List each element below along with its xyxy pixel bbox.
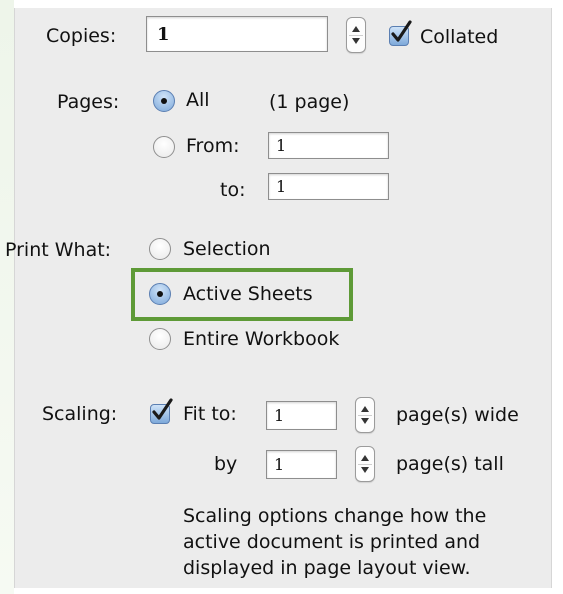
background-strip	[0, 0, 14, 594]
pages-all-radio[interactable]	[153, 90, 175, 112]
fit-tall-input[interactable]: 1	[266, 450, 337, 479]
copies-stepper[interactable]	[346, 17, 366, 53]
collated-label: Collated	[420, 26, 499, 48]
print-what-label: Print What:	[5, 239, 112, 261]
pages-from-radio[interactable]	[153, 136, 175, 158]
pages-to-value: 1	[276, 177, 287, 196]
print-selection-radio[interactable]	[149, 238, 171, 260]
stepper-up-icon[interactable]	[361, 406, 369, 412]
fit-to-label: Fit to:	[183, 403, 237, 425]
stepper-down-icon[interactable]	[352, 38, 360, 44]
print-entire-workbook-radio[interactable]	[149, 328, 171, 350]
page-wide-label: page(s) wide	[396, 404, 519, 426]
pages-from-label: From:	[186, 135, 240, 157]
radio-dot-icon	[161, 98, 167, 104]
pages-label: Pages:	[57, 91, 120, 113]
active-sheets-highlight-box	[131, 268, 353, 321]
stepper-down-icon[interactable]	[361, 418, 369, 424]
pages-all-label: All	[186, 89, 210, 111]
pages-from-input[interactable]: 1	[268, 132, 389, 159]
print-entire-workbook-label: Entire Workbook	[183, 328, 340, 350]
print-selection-label: Selection	[183, 238, 271, 260]
scaling-help-text: Scaling options change how the active do…	[183, 505, 487, 579]
copies-label: Copies:	[46, 25, 117, 47]
checkmark-icon	[152, 398, 173, 420]
by-label: by	[214, 453, 238, 475]
stepper-divider	[358, 415, 372, 416]
fit-wide-stepper[interactable]	[355, 397, 375, 433]
stepper-divider	[358, 464, 372, 465]
page-tall-label: page(s) tall	[396, 453, 504, 475]
scaling-label: Scaling:	[42, 403, 118, 425]
pages-count: (1 page)	[269, 91, 350, 113]
stepper-divider	[349, 35, 363, 36]
pages-to-label: to:	[220, 179, 246, 201]
copies-input[interactable]: 1	[146, 16, 328, 52]
pages-to-input[interactable]: 1	[268, 173, 389, 200]
checkmark-icon	[391, 20, 412, 42]
stepper-up-icon[interactable]	[352, 26, 360, 32]
collated-checkbox[interactable]	[389, 20, 412, 46]
pages-from-value: 1	[276, 136, 287, 155]
stepper-down-icon[interactable]	[361, 467, 369, 473]
fit-tall-value: 1	[274, 455, 285, 474]
stepper-up-icon[interactable]	[361, 455, 369, 461]
fit-wide-value: 1	[274, 406, 285, 425]
fit-wide-input[interactable]: 1	[266, 401, 337, 430]
fit-tall-stepper[interactable]	[355, 446, 375, 482]
fit-to-checkbox[interactable]	[150, 398, 173, 424]
copies-value: 1	[157, 23, 170, 45]
